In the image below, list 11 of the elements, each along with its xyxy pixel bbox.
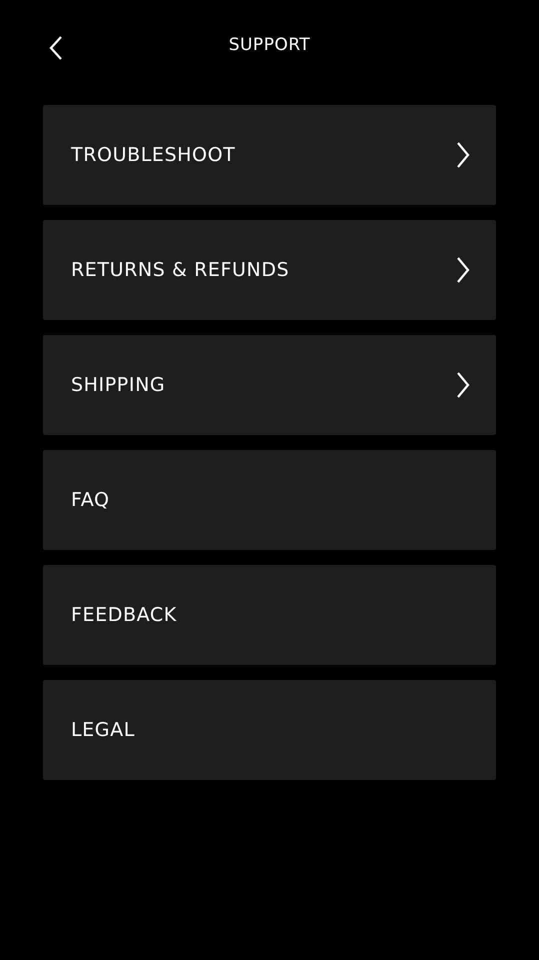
menu-item[interactable]: SHIPPING xyxy=(43,335,496,435)
menu-item[interactable]: LEGAL xyxy=(43,680,496,780)
menu-item[interactable]: RETURNS & REFUNDS xyxy=(43,220,496,320)
chevron-right-icon xyxy=(456,257,470,283)
page-title: SUPPORT xyxy=(228,35,310,55)
menu-item[interactable]: FAQ xyxy=(43,450,496,550)
chevron-right-icon xyxy=(456,372,470,398)
chevron-right-icon xyxy=(456,142,470,168)
back-chevron-icon xyxy=(49,36,63,60)
menu-item[interactable]: FEEDBACK xyxy=(43,565,496,665)
menu-item[interactable]: TROUBLESHOOT xyxy=(43,105,496,205)
